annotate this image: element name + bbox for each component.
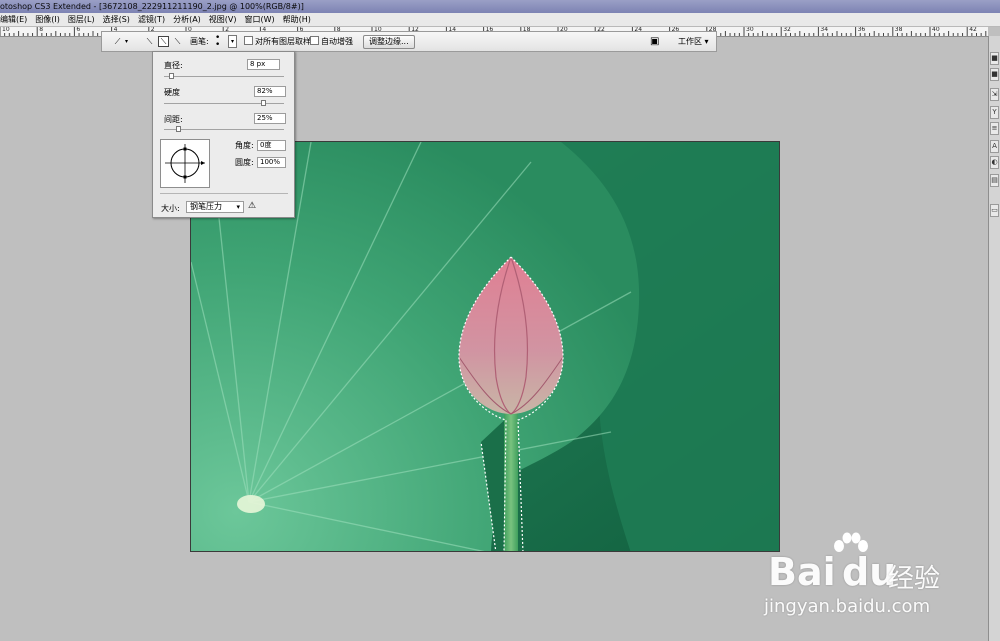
angle-label: 角度: <box>235 141 254 150</box>
menu-analysis[interactable]: 分析(A) <box>169 13 205 26</box>
menu-edit[interactable]: 编辑(E) <box>0 13 31 26</box>
hardness-slider-thumb[interactable] <box>260 100 266 106</box>
panel-collapse-icon[interactable]: ■ <box>990 52 999 65</box>
sample-all-layers-label: 对所有图层取样 <box>255 37 311 46</box>
camera-icon[interactable]: ▣ <box>650 36 659 48</box>
watermark-brand-left: Bai <box>768 550 836 594</box>
menu-select[interactable]: 选择(S) <box>99 13 134 26</box>
menu-bar: 编辑(E) 图像(I) 图层(L) 选择(S) 滤镜(T) 分析(A) 视图(V) 窗口(W)… <box>0 13 1000 27</box>
menu-view[interactable]: 视图(V) <box>205 13 241 26</box>
diameter-label: 直径: <box>164 61 183 70</box>
brush-angle-roundness-preview[interactable] <box>160 139 210 188</box>
brush-label: 画笔: <box>190 37 209 46</box>
ruler-label: 8 <box>39 27 44 33</box>
ruler-label: 10 <box>2 27 10 33</box>
tool-presets-icon[interactable]: ≡ <box>990 122 999 135</box>
size-control-value: 钢笔压力 <box>190 202 222 211</box>
auto-enhance-checkbox[interactable]: 自动增强 <box>310 36 353 48</box>
spacing-label: 间距: <box>164 115 183 124</box>
divider <box>160 193 288 194</box>
menu-window[interactable]: 窗口(W) <box>241 13 279 26</box>
tool-preset-dropdown-icon[interactable]: ▾ <box>125 36 128 48</box>
brush-tip-preview-icon[interactable]: • • <box>215 34 220 50</box>
ruler-label: 42 <box>969 27 977 33</box>
spacing-field[interactable]: 25% <box>254 113 286 124</box>
ruler-label: 38 <box>894 27 903 33</box>
spacing-slider-track[interactable] <box>164 129 284 130</box>
menu-image[interactable]: 图像(I) <box>31 13 64 26</box>
brushes-panel-icon[interactable]: A <box>990 140 999 153</box>
hardness-label: 硬度 <box>164 88 180 97</box>
size-label: 大小: <box>161 204 180 213</box>
baidu-paw-icon <box>834 532 868 552</box>
layers-panel-icon[interactable]: ▤ <box>990 174 999 187</box>
subtract-from-selection-icon[interactable]: ⟍ <box>172 36 183 47</box>
warning-icon: ⚠ <box>248 201 257 211</box>
sample-all-layers-checkbox[interactable]: 对所有图层取样 <box>244 36 311 48</box>
ruler-label: 34 <box>820 27 829 33</box>
menu-filter[interactable]: 滤镜(T) <box>134 13 169 26</box>
quick-selection-tool-icon[interactable]: ⟋ <box>112 36 123 47</box>
checkbox-icon[interactable] <box>244 36 253 45</box>
watermark-url: jingyan.baidu.com <box>764 596 931 617</box>
new-selection-icon[interactable]: ⟍ <box>144 36 155 47</box>
ruler-label: 32 <box>783 27 791 33</box>
roundness-field[interactable]: 100% <box>257 157 286 168</box>
window-title: otoshop CS3 Extended - [3672108_22291121… <box>0 2 304 11</box>
spacing-slider-thumb[interactable] <box>175 126 181 132</box>
hardness-slider-track[interactable] <box>164 103 284 104</box>
auto-enhance-label: 自动增强 <box>321 37 353 46</box>
ruler-label: 6 <box>76 27 81 33</box>
brush-shape-icon <box>165 144 205 183</box>
baidu-jingyan-watermark: Bai du 经验 jingyan.baidu.com <box>760 530 960 630</box>
workspace-label: 工作区 <box>678 37 702 46</box>
ruler-label: 40 <box>932 27 940 33</box>
roundness-label: 圆度: <box>235 158 254 167</box>
actions-panel-icon[interactable]: Y <box>990 106 999 119</box>
angle-field[interactable]: 0度 <box>257 140 286 151</box>
navigator-panel-icon[interactable]: ■ <box>990 68 999 81</box>
workspace-button[interactable]: 工作区 ▾ <box>678 36 709 48</box>
diameter-slider-track[interactable] <box>164 76 284 77</box>
brush-picker-dropdown-icon[interactable]: ▾ <box>228 35 237 48</box>
options-bar: ⟋ ▾ ⟍ ⟍ ⟍ 画笔: • • ▾ 对所有图层取样 自动增强 调整边缘... … <box>101 31 717 52</box>
workspace-dropdown-icon: ▾ <box>704 37 709 46</box>
panel-dock-strip: ■ ■ ⇲ Y ≡ A ◐ ▤ ▭ <box>988 36 1000 641</box>
menu-layer[interactable]: 图层(L) <box>64 13 99 26</box>
watermark-product: 经验 <box>888 564 941 594</box>
channels-panel-icon[interactable]: ▭ <box>990 204 999 217</box>
ruler-label: 30 <box>746 27 754 33</box>
chevron-down-icon: ▾ <box>236 203 240 211</box>
ruler-label: 36 <box>857 27 866 33</box>
history-panel-icon[interactable]: ⇲ <box>990 88 999 101</box>
checkbox-icon[interactable] <box>310 36 319 45</box>
title-bar: otoshop CS3 Extended - [3672108_22291121… <box>0 0 1000 13</box>
hardness-field[interactable]: 82% <box>254 86 286 97</box>
refine-edge-button[interactable]: 调整边缘... <box>363 35 415 49</box>
brush-options-popup: 直径: 8 px 硬度 82% 间距: 25% 角度: 0度 圆度: 100% … <box>152 51 295 218</box>
size-control-select[interactable]: 钢笔压力 ▾ <box>186 201 244 213</box>
diameter-slider-thumb[interactable] <box>168 73 174 79</box>
clone-source-icon[interactable]: ◐ <box>990 156 999 169</box>
add-to-selection-icon[interactable]: ⟍ <box>158 36 169 47</box>
diameter-field[interactable]: 8 px <box>247 59 280 70</box>
menu-help[interactable]: 帮助(H) <box>279 13 315 26</box>
